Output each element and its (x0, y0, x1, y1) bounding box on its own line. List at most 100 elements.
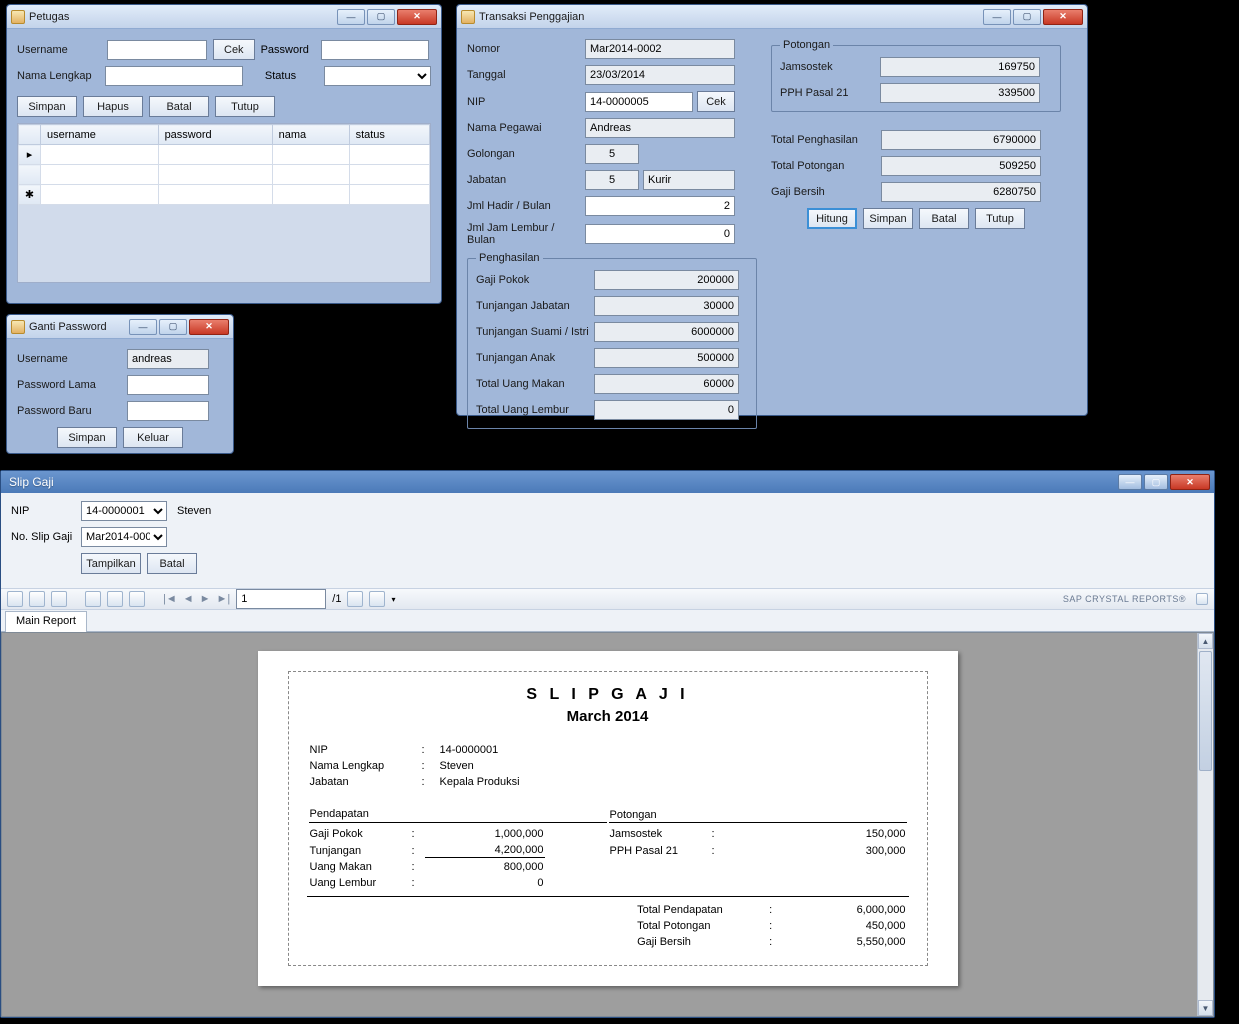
nav-first-icon[interactable]: |◄ (163, 593, 177, 605)
status-label: Status (265, 70, 324, 82)
batal-button[interactable]: Batal (149, 96, 209, 117)
close-button[interactable]: ✕ (397, 9, 437, 25)
maximize-button[interactable]: ▢ (1144, 474, 1168, 490)
minimize-button[interactable]: — (1118, 474, 1142, 490)
keluar-button[interactable]: Keluar (123, 427, 183, 448)
window-title: Petugas (29, 11, 335, 23)
cek-button[interactable]: Cek (697, 91, 735, 112)
maximize-button[interactable]: ▢ (1013, 9, 1041, 25)
ts-input[interactable] (594, 322, 739, 342)
close-button[interactable]: ✕ (189, 319, 229, 335)
batal-button[interactable]: Batal (147, 553, 197, 574)
simpan-button[interactable]: Simpan (57, 427, 117, 448)
table-row[interactable]: ✱ (19, 185, 430, 205)
petugas-window: Petugas — ▢ ✕ Username Cek Password Nama… (6, 4, 442, 304)
tm-input[interactable] (594, 374, 739, 394)
tutup-button[interactable]: Tutup (215, 96, 275, 117)
col-status[interactable]: status (349, 125, 429, 145)
password-input[interactable] (321, 40, 429, 60)
pwbaru-input[interactable] (127, 401, 209, 421)
tree-icon[interactable] (129, 591, 145, 607)
jab-num-input[interactable] (585, 170, 639, 190)
page-input[interactable] (236, 589, 326, 609)
batal-button[interactable]: Batal (919, 208, 969, 229)
page-total: /1 (332, 593, 341, 605)
username-label: Username (17, 44, 107, 56)
tpeng-input[interactable] (881, 130, 1041, 150)
tab-main-report[interactable]: Main Report (5, 611, 87, 633)
nama-input[interactable] (105, 66, 243, 86)
titlebar[interactable]: Transaksi Penggajian — ▢ ✕ (457, 5, 1087, 29)
gb-input[interactable] (881, 182, 1041, 202)
hitung-button[interactable]: Hitung (807, 208, 857, 229)
simpan-button[interactable]: Simpan (863, 208, 913, 229)
doc-title: S L I P G A J I (307, 686, 909, 704)
zoom-icon[interactable] (369, 591, 385, 607)
report-tabs: Main Report (1, 610, 1214, 632)
titlebar[interactable]: Ganti Password — ▢ ✕ (7, 315, 233, 339)
username-input[interactable] (127, 349, 209, 369)
tutup-button[interactable]: Tutup (975, 208, 1025, 229)
petugas-grid[interactable]: username password nama status ▸ ✱ (17, 123, 431, 283)
copy-icon[interactable] (85, 591, 101, 607)
pwlama-input[interactable] (127, 375, 209, 395)
no-select[interactable]: Mar2014-0001 (81, 527, 167, 547)
potongan-legend: Potongan (780, 39, 833, 51)
ta-input[interactable] (594, 348, 739, 368)
scroll-down-icon[interactable]: ▼ (1198, 1000, 1213, 1016)
close-button[interactable]: ✕ (1043, 9, 1083, 25)
nav-last-icon[interactable]: ►| (217, 593, 231, 605)
print-icon[interactable] (29, 591, 45, 607)
nip-name: Steven (177, 505, 211, 517)
simpan-button[interactable]: Simpan (17, 96, 77, 117)
titlebar[interactable]: Slip Gaji — ▢ ✕ (1, 471, 1214, 493)
nav-prev-icon[interactable]: ◄ (183, 593, 194, 605)
scroll-up-icon[interactable]: ▲ (1198, 633, 1213, 649)
nomor-input[interactable] (585, 39, 735, 59)
close-panel-icon[interactable] (1196, 593, 1208, 605)
export-icon[interactable] (7, 591, 23, 607)
report-viewer[interactable]: S L I P G A J I March 2014 NIP:14-000000… (1, 632, 1214, 1017)
transaksi-window: Transaksi Penggajian — ▢ ✕ Nomor Tanggal… (456, 4, 1088, 416)
titlebar[interactable]: Petugas — ▢ ✕ (7, 5, 441, 29)
tpot-input[interactable] (881, 156, 1041, 176)
help-icon[interactable] (107, 591, 123, 607)
minimize-button[interactable]: — (337, 9, 365, 25)
hadir-input[interactable] (585, 196, 735, 216)
maximize-button[interactable]: ▢ (367, 9, 395, 25)
minimize-button[interactable]: — (129, 319, 157, 335)
lembur-input[interactable] (585, 224, 735, 244)
tampilkan-button[interactable]: Tampilkan (81, 553, 141, 574)
tl-input[interactable] (594, 400, 739, 420)
vertical-scrollbar[interactable]: ▲ ▼ (1197, 633, 1213, 1016)
col-nama[interactable]: nama (272, 125, 349, 145)
hapus-button[interactable]: Hapus (83, 96, 143, 117)
search-icon[interactable] (347, 591, 363, 607)
scroll-thumb[interactable] (1199, 651, 1212, 771)
col-password[interactable]: password (158, 125, 272, 145)
window-title: Slip Gaji (9, 475, 1116, 489)
status-select[interactable] (324, 66, 431, 86)
tj-input[interactable] (594, 296, 739, 316)
tgl-input[interactable] (585, 65, 735, 85)
username-input[interactable] (107, 40, 207, 60)
table-row[interactable] (19, 165, 430, 185)
no-label: No. Slip Gaji (11, 531, 81, 543)
maximize-button[interactable]: ▢ (159, 319, 187, 335)
jab-nm-input[interactable] (643, 170, 735, 190)
nip-select[interactable]: 14-0000001 (81, 501, 167, 521)
cek-button[interactable]: Cek (213, 39, 255, 60)
gp-input[interactable] (594, 270, 739, 290)
jams-input[interactable] (880, 57, 1040, 77)
nav-next-icon[interactable]: ► (200, 593, 211, 605)
close-button[interactable]: ✕ (1170, 474, 1210, 490)
table-row[interactable]: ▸ (19, 145, 430, 165)
minimize-button[interactable]: — (983, 9, 1011, 25)
col-username[interactable]: username (41, 125, 159, 145)
nip-input[interactable] (585, 92, 693, 112)
pph-input[interactable] (880, 83, 1040, 103)
tpot-label: Total Potongan (771, 160, 881, 172)
nama-input[interactable] (585, 118, 735, 138)
refresh-icon[interactable] (51, 591, 67, 607)
gol-input[interactable] (585, 144, 639, 164)
